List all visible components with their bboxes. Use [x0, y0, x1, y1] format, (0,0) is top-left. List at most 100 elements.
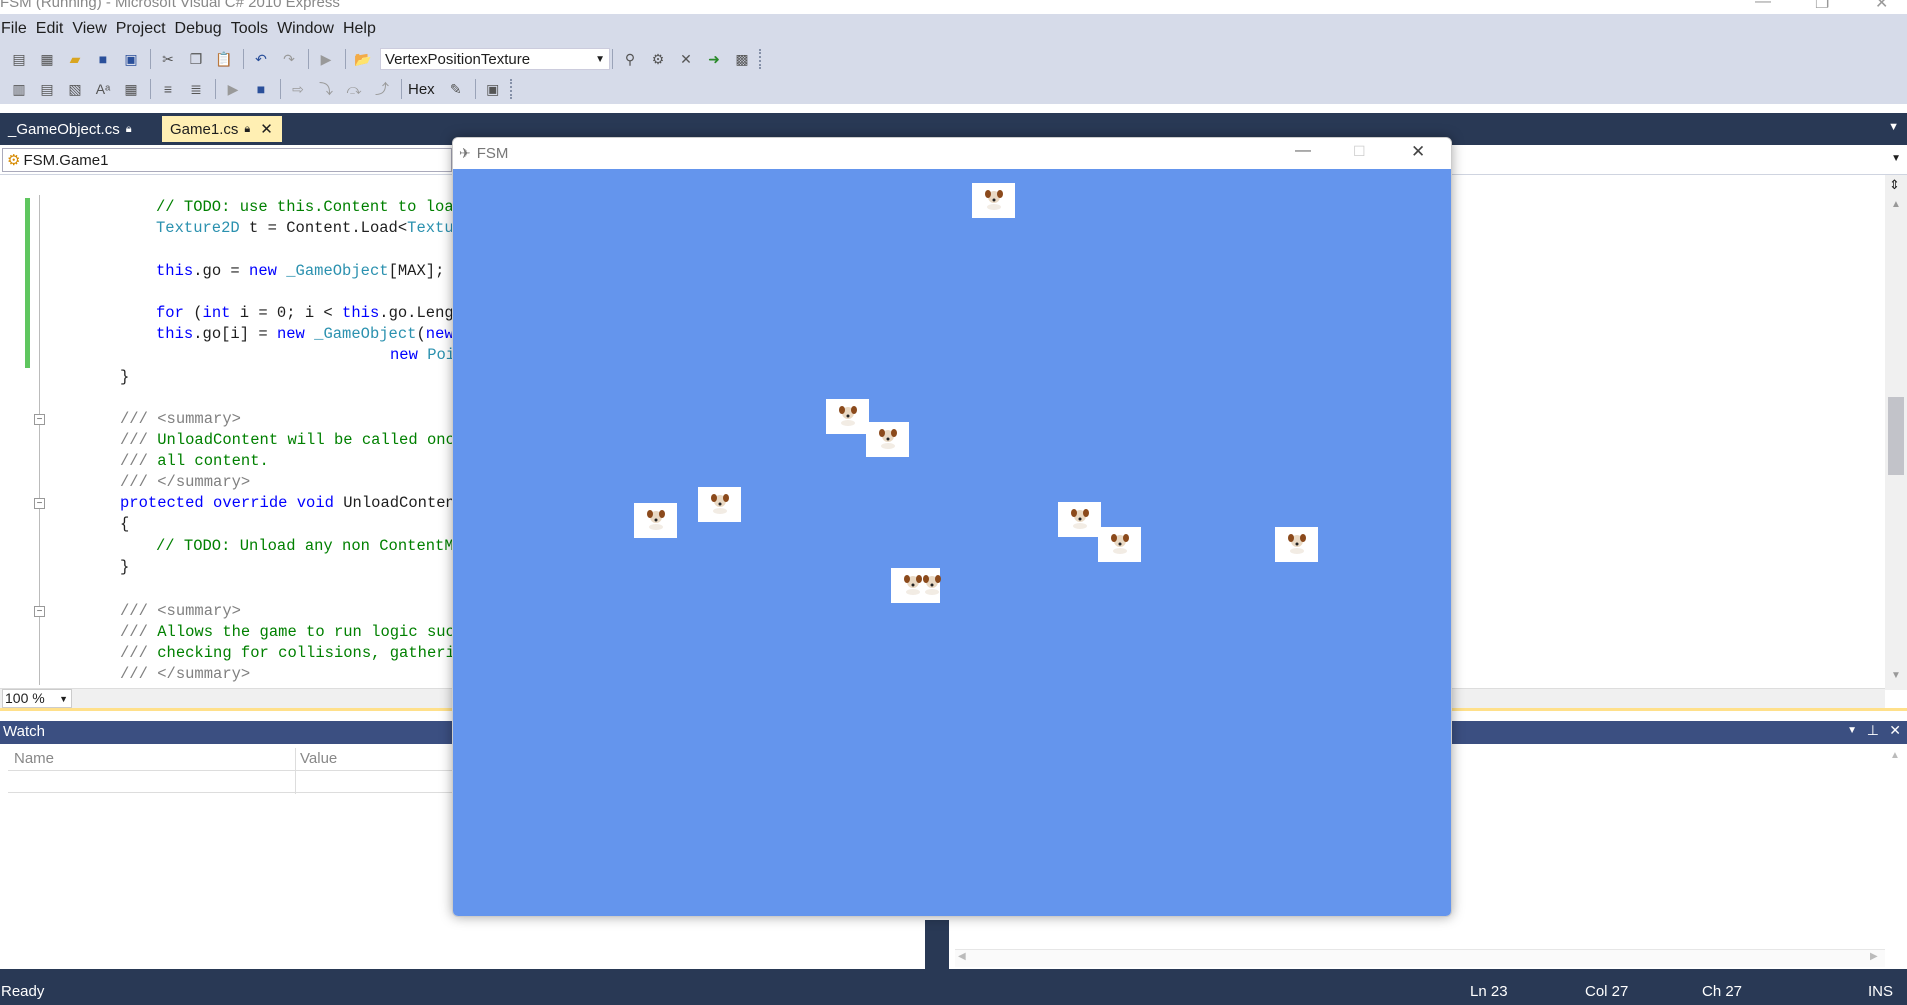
code-line: // TODO: use this.Content to load [156, 198, 463, 216]
minimize-icon[interactable]: — [1755, 0, 1771, 11]
window-position-icon[interactable]: ▼ [1847, 725, 1857, 736]
menu-edit[interactable]: Edit [36, 20, 73, 38]
close-icon[interactable]: ✕ [1875, 0, 1888, 13]
menu-project[interactable]: Project [116, 20, 175, 38]
dog-icon [647, 510, 665, 530]
dog-sprite [634, 503, 677, 538]
chevron-down-icon[interactable]: ▼ [595, 54, 605, 65]
comment-icon[interactable]: ≡ [157, 78, 179, 100]
toolbar-separator [345, 49, 346, 69]
solution-explorer-icon[interactable]: 📂 [352, 48, 374, 70]
maximize-icon[interactable]: ☐ [1353, 143, 1366, 160]
fsm-game-window[interactable]: ✈ FSM — ☐ ✕ [452, 137, 1452, 917]
toolbar-overflow-icon[interactable] [509, 79, 516, 99]
scroll-right-icon[interactable]: ▶ [1870, 951, 1878, 962]
pin-icon[interactable]: ⊥ [1867, 722, 1879, 739]
export-icon[interactable]: ➜ [703, 48, 725, 70]
menu-file[interactable]: File [1, 20, 36, 38]
continue-icon[interactable]: ▶ [222, 78, 244, 100]
step-out-icon[interactable]: ⤴ [371, 78, 393, 100]
lock-icon: 🔒︎ [244, 122, 251, 135]
code-line: protected override void UnloadContent [120, 494, 465, 512]
save-icon[interactable]: ■ [92, 48, 114, 70]
open-file-icon[interactable]: ▰ [64, 48, 86, 70]
quick-info-icon[interactable]: Aᵃ [92, 78, 114, 100]
new-project-icon[interactable]: ▤ [8, 48, 30, 70]
code-line: } [120, 558, 130, 576]
parameter-info-icon[interactable]: ▧ [64, 78, 86, 100]
tab-overflow-icon[interactable]: ▼ [1888, 121, 1899, 133]
member-list-icon[interactable]: ▤ [36, 78, 58, 100]
tab-game1[interactable]: Game1.cs 🔒︎ ✕ [162, 116, 282, 142]
find-combo[interactable]: VertexPositionTexture ▼ [380, 48, 610, 70]
zoom-value: 100 % [5, 690, 45, 706]
step-into-icon[interactable]: ⤵ [315, 78, 337, 100]
uncomment-icon[interactable]: ≣ [185, 78, 207, 100]
member-combo-chevron-icon[interactable]: ▼ [1891, 153, 1901, 164]
fsm-title-bar[interactable]: ✈ FSM — ☐ ✕ [453, 138, 1451, 169]
column-header-name[interactable]: Name [14, 750, 54, 767]
game-canvas[interactable] [453, 169, 1451, 916]
chevron-down-icon[interactable]: ▼ [59, 694, 68, 704]
show-next-statement-icon[interactable]: ⇨ [287, 78, 309, 100]
class-combo[interactable]: ⚙ FSM.Game1 [2, 148, 452, 172]
scroll-up-icon[interactable]: ▲ [1890, 750, 1900, 761]
menu-help[interactable]: Help [343, 20, 385, 38]
menu-view[interactable]: View [72, 20, 115, 38]
status-line: Ln 23 [1470, 983, 1508, 1000]
tab-label: _GameObject.cs [8, 120, 120, 138]
collapse-icon[interactable]: − [34, 606, 45, 617]
cut-icon[interactable]: ✂ [157, 48, 179, 70]
extension-icon[interactable]: ▩ [731, 48, 753, 70]
tab-gameobject[interactable]: _GameObject.cs 🔒︎ [0, 116, 140, 142]
maximize-icon[interactable]: ❐ [1815, 0, 1829, 13]
scroll-down-icon[interactable]: ▼ [1891, 670, 1901, 681]
hex-toggle-button[interactable]: Hex [408, 81, 435, 98]
format-icon[interactable]: ▥ [8, 78, 30, 100]
copy-icon[interactable]: ❐ [185, 48, 207, 70]
tools-icon[interactable]: ✕ [675, 48, 697, 70]
xna-logo-icon: ✈ [459, 145, 471, 161]
zoom-combo[interactable]: 100 % ▼ [2, 689, 72, 708]
status-char: Ch 27 [1702, 983, 1743, 1000]
collapse-icon[interactable]: − [34, 414, 45, 425]
menu-debug[interactable]: Debug [175, 20, 231, 38]
stop-debugging-icon[interactable]: ■ [250, 78, 272, 100]
split-handle-icon[interactable]: ⇕ [1889, 177, 1900, 193]
hscroll-track[interactable] [955, 949, 1885, 967]
column-header-value[interactable]: Value [300, 750, 337, 767]
column-divider[interactable] [295, 748, 296, 794]
menu-window[interactable]: Window [277, 20, 343, 38]
find-in-files-icon[interactable]: ⚲ [619, 48, 641, 70]
paste-icon[interactable]: 📋 [213, 48, 235, 70]
save-all-icon[interactable]: ▣ [120, 48, 142, 70]
close-tab-icon[interactable]: ✕ [260, 120, 273, 138]
windows-icon[interactable]: ▣ [482, 78, 504, 100]
code-line: new Poi [390, 346, 456, 364]
redo-icon[interactable]: ↷ [278, 48, 300, 70]
menu-tools[interactable]: Tools [231, 20, 277, 38]
panel-divider [940, 920, 949, 969]
toolbar-overflow-icon[interactable] [759, 49, 765, 69]
scroll-thumb[interactable] [1888, 397, 1904, 475]
step-over-icon[interactable]: ⤼ [343, 78, 365, 100]
code-line: this.go = new _GameObject[MAX]; [156, 262, 445, 280]
toolbar-separator [150, 49, 151, 69]
object-browser-icon[interactable]: ⚙ [647, 48, 669, 70]
start-debugging-icon[interactable]: ▶ [315, 48, 337, 70]
code-line: /// all content. [120, 452, 269, 470]
minimize-icon[interactable]: — [1295, 142, 1311, 160]
undo-icon[interactable]: ↶ [250, 48, 272, 70]
breakpoints-icon[interactable]: ✎ [445, 78, 467, 100]
complete-word-icon[interactable]: ▦ [120, 78, 142, 100]
editor-vertical-scrollbar[interactable]: ⇕ ▲ ▼ [1885, 175, 1907, 690]
close-panel-icon[interactable]: ✕ [1889, 722, 1901, 739]
collapse-icon[interactable]: − [34, 498, 45, 509]
code-line: /// checking for collisions, gatherin [120, 644, 465, 662]
add-item-icon[interactable]: ▦ [36, 48, 58, 70]
scroll-up-icon[interactable]: ▲ [1891, 199, 1901, 210]
status-ready: Ready [1, 983, 45, 1000]
code-line: this.go[i] = new _GameObject(new [156, 325, 454, 343]
close-icon[interactable]: ✕ [1411, 142, 1425, 162]
scroll-left-icon[interactable]: ◀ [958, 951, 966, 962]
